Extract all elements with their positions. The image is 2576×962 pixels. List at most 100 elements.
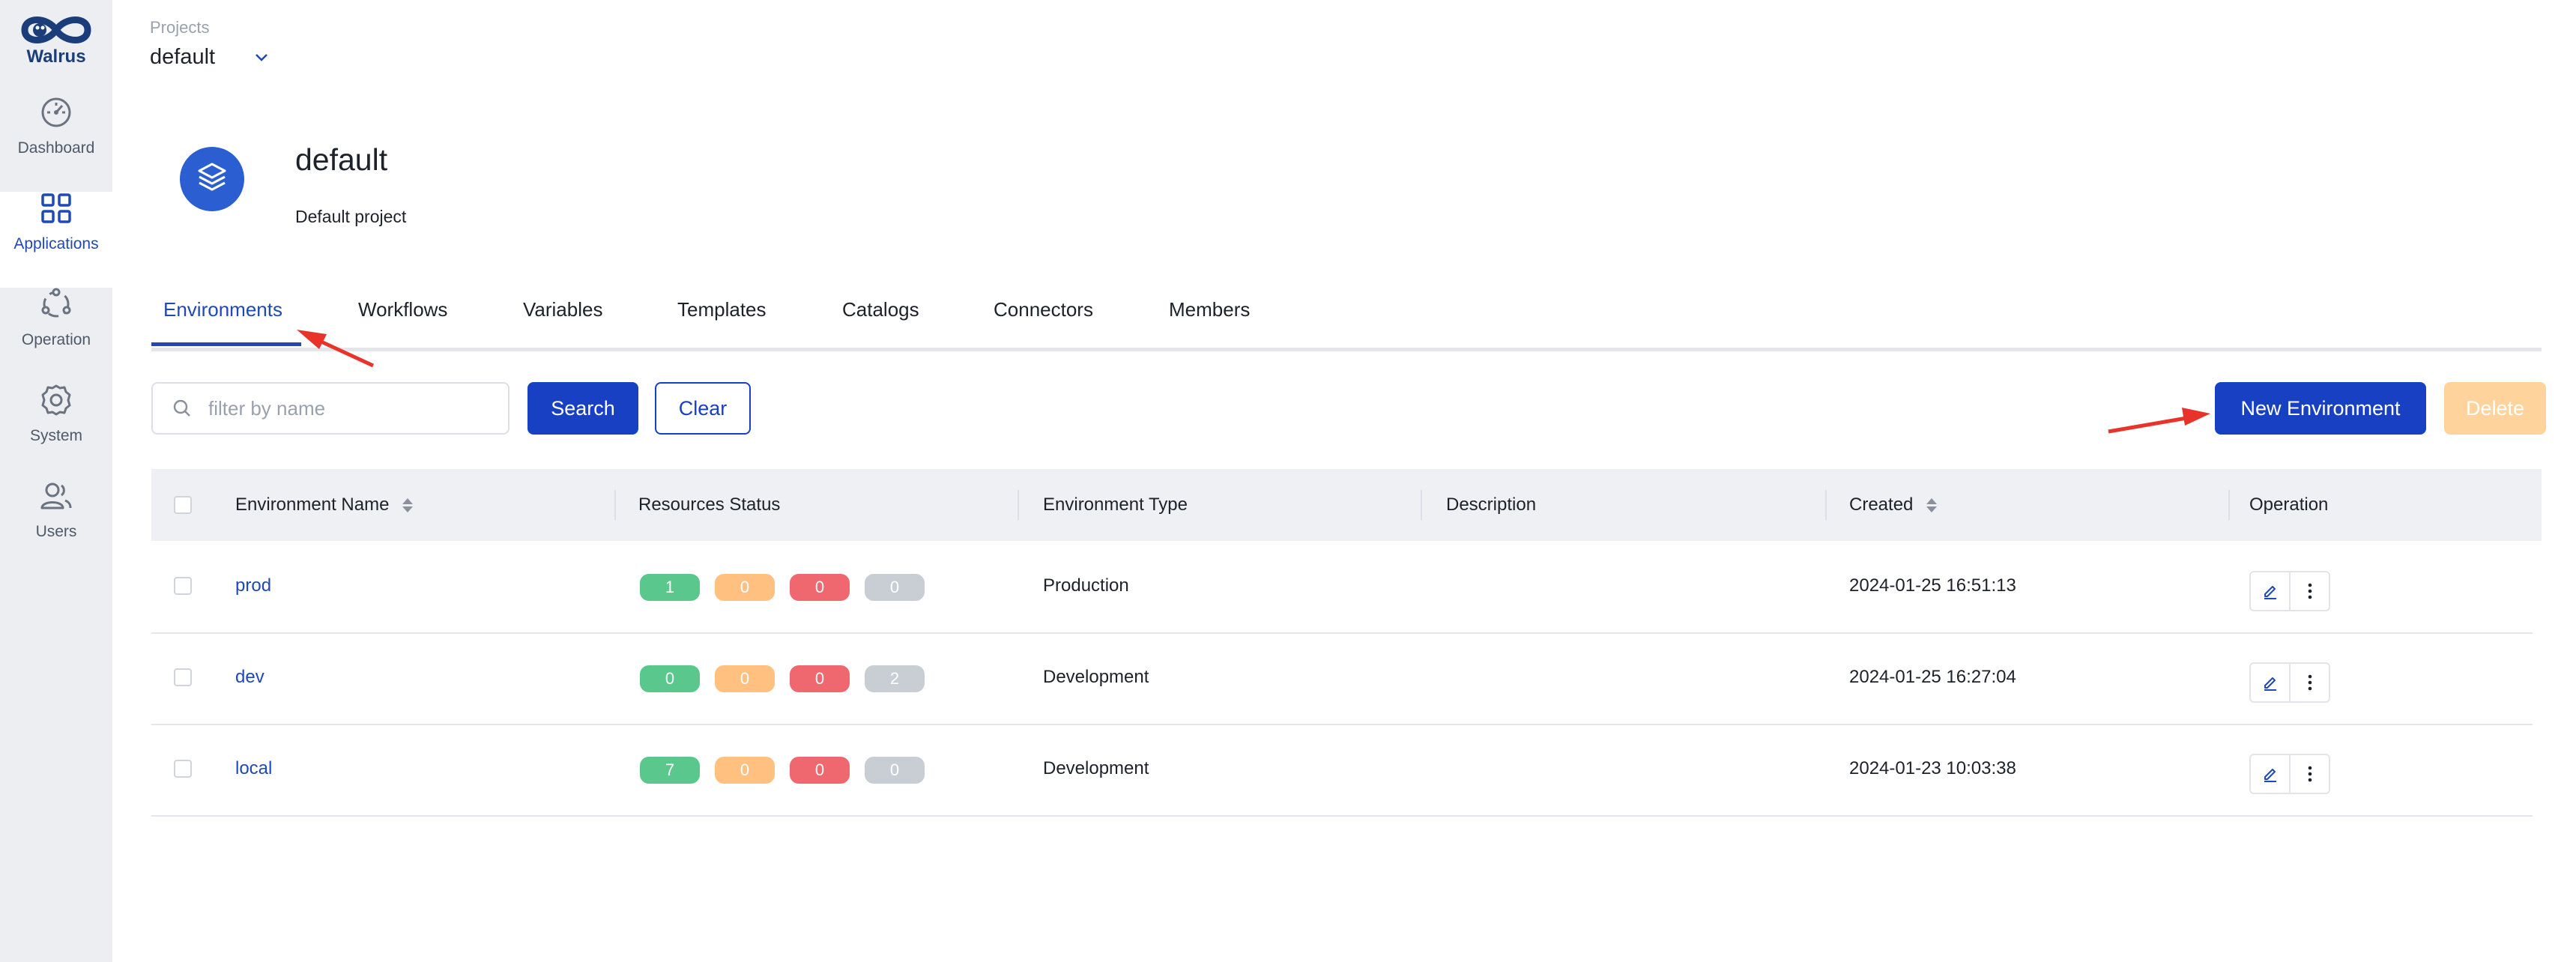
created-time: 2024-01-25 16:51:13	[1849, 575, 2016, 596]
column-divider	[1825, 490, 1827, 520]
sidebar-item-label: Operation	[21, 331, 91, 348]
project-title: default	[295, 142, 388, 177]
operation-icon	[41, 288, 71, 318]
column-header-description: Description	[1446, 494, 1537, 515]
status-ready-badge: 1	[640, 574, 700, 601]
row-checkbox[interactable]	[174, 760, 192, 778]
applications-icon	[41, 193, 71, 223]
environment-type: Development	[1043, 758, 1149, 778]
column-header-status: Resources Status	[638, 494, 781, 515]
project-avatar	[180, 147, 244, 211]
sidebar-item-dashboard[interactable]: Dashboard	[0, 96, 112, 192]
sidebar-item-users[interactable]: Users	[0, 480, 112, 575]
active-tab-indicator	[151, 342, 301, 346]
row-operations	[2249, 571, 2330, 611]
search-input[interactable]	[207, 396, 495, 421]
tab-catalogs[interactable]: Catalogs	[842, 298, 919, 321]
gear-icon	[41, 384, 71, 416]
tab-variables[interactable]: Variables	[523, 298, 602, 321]
column-divider	[2228, 490, 2230, 520]
dashboard-icon	[41, 97, 71, 127]
table-row: dev 0 0 0 2 Development 2024-01-25 16:27…	[151, 632, 2533, 725]
more-vertical-icon	[2308, 583, 2312, 599]
sidebar-item-applications[interactable]: Applications	[0, 192, 112, 288]
sidebar-item-label: Users	[35, 523, 77, 540]
project-selector-value: default	[150, 45, 216, 69]
more-vertical-icon	[2308, 674, 2312, 691]
status-ready-badge: 7	[640, 757, 700, 784]
status-error-badge: 0	[790, 757, 850, 784]
column-divider	[1421, 490, 1422, 520]
sidebar-item-label: Applications	[13, 235, 99, 252]
more-vertical-icon	[2308, 766, 2312, 782]
project-tabs: Environments Workflows Variables Templat…	[151, 291, 2542, 351]
status-ready-badge: 0	[640, 665, 700, 692]
table-header: Environment Name Resources Status Enviro…	[151, 469, 2542, 541]
status-unknown-badge: 0	[865, 574, 925, 601]
row-operations	[2249, 662, 2330, 703]
table-row: local 7 0 0 0 Development 2024-01-23 10:…	[151, 724, 2533, 817]
tab-connectors[interactable]: Connectors	[994, 298, 1093, 321]
column-divider	[614, 490, 616, 520]
layers-icon	[198, 163, 226, 191]
table-row: prod 1 0 0 0 Production 2024-01-25 16:51…	[151, 541, 2533, 634]
edit-icon	[2264, 586, 2276, 599]
sort-icon[interactable]	[402, 497, 414, 512]
edit-button[interactable]	[2251, 664, 2289, 701]
status-pending-badge: 0	[715, 574, 775, 601]
sidebar-item-label: Dashboard	[17, 139, 95, 157]
search-icon	[173, 399, 190, 417]
delete-button[interactable]: Delete	[2444, 382, 2546, 435]
edit-icon	[2264, 769, 2276, 782]
row-checkbox[interactable]	[174, 577, 192, 595]
row-operations	[2249, 754, 2330, 794]
sidebar-item-operation[interactable]: Operation	[0, 288, 112, 384]
environment-name-link[interactable]: prod	[235, 575, 271, 596]
sort-icon[interactable]	[1926, 497, 1938, 512]
app-logo[interactable]: Walrus	[0, 10, 112, 67]
search-field[interactable]	[151, 382, 510, 435]
app-logo-text: Walrus	[26, 46, 86, 67]
more-button[interactable]	[2289, 755, 2329, 793]
clear-button[interactable]: Clear	[655, 382, 751, 435]
sidebar-item-label: System	[29, 427, 82, 444]
column-header-created[interactable]: Created	[1849, 494, 1938, 515]
tab-environments[interactable]: Environments	[163, 298, 282, 321]
status-error-badge: 0	[790, 665, 850, 692]
status-error-badge: 0	[790, 574, 850, 601]
created-time: 2024-01-23 10:03:38	[1849, 758, 2016, 778]
annotation-arrow-new-button	[2108, 408, 2210, 434]
row-checkbox[interactable]	[174, 668, 192, 686]
environment-name-link[interactable]: dev	[235, 667, 264, 688]
status-unknown-badge: 2	[865, 665, 925, 692]
select-all-checkbox[interactable]	[174, 496, 192, 514]
environment-name-link[interactable]: local	[235, 758, 272, 779]
environment-type: Development	[1043, 667, 1149, 687]
sidebar: Walrus Dashboard Applications Operation	[0, 0, 112, 962]
edit-button[interactable]	[2251, 755, 2289, 793]
environment-type: Production	[1043, 575, 1129, 596]
more-button[interactable]	[2289, 572, 2329, 610]
new-environment-button[interactable]: New Environment	[2215, 382, 2426, 435]
tab-templates[interactable]: Templates	[677, 298, 767, 321]
edit-button[interactable]	[2251, 572, 2289, 610]
column-header-type: Environment Type	[1043, 494, 1188, 515]
column-divider	[1018, 490, 1019, 520]
sidebar-item-system[interactable]: System	[0, 384, 112, 480]
search-button[interactable]: Search	[527, 382, 638, 435]
column-header-name[interactable]: Environment Name	[235, 494, 414, 515]
created-time: 2024-01-25 16:27:04	[1849, 667, 2016, 687]
edit-icon	[2264, 677, 2276, 691]
tab-members[interactable]: Members	[1169, 298, 1250, 321]
project-selector-label: Projects	[150, 18, 210, 37]
more-button[interactable]	[2289, 664, 2329, 701]
status-pending-badge: 0	[715, 665, 775, 692]
tab-workflows[interactable]: Workflows	[358, 298, 447, 321]
column-header-operation: Operation	[2249, 494, 2329, 515]
project-selector[interactable]: default	[150, 45, 269, 70]
users-icon	[40, 482, 72, 509]
project-description: Default project	[295, 207, 407, 226]
column-header-label: Environment Name	[235, 494, 390, 515]
chevron-down-icon	[256, 53, 267, 61]
status-pending-badge: 0	[715, 757, 775, 784]
